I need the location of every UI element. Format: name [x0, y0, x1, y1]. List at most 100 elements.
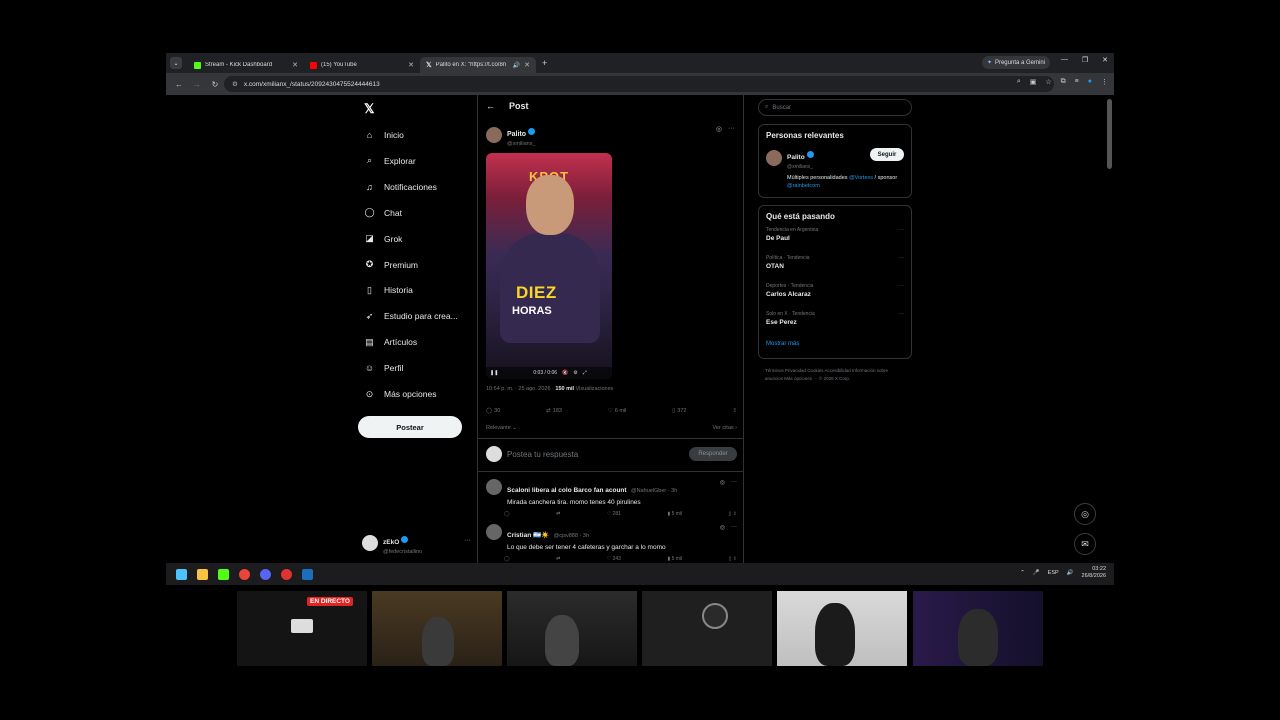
more-icon[interactable]: ···	[731, 524, 737, 531]
file-explorer-icon[interactable]	[197, 568, 208, 580]
sidebar-item-más-opciones[interactable]: ⊙ Más opciones	[364, 384, 437, 404]
profile-avatar-icon[interactable]: ●	[1088, 78, 1092, 86]
close-icon[interactable]: ✕	[408, 61, 414, 69]
new-tab-button[interactable]: +	[542, 58, 547, 68]
like-button[interactable]: ♡ 243	[607, 556, 621, 562]
pause-icon[interactable]: ❚❚	[490, 370, 498, 376]
more-icon[interactable]: ···	[731, 479, 737, 486]
bookmark-icon[interactable]: ▯ ⇪	[729, 511, 737, 517]
like-button[interactable]: ♡ 6 mil	[608, 408, 627, 414]
avatar[interactable]	[766, 150, 782, 166]
sidebar-icon[interactable]: ≡	[1075, 78, 1079, 86]
reply-icon[interactable]: ◯	[504, 511, 510, 517]
sidebar-item-chat[interactable]: ◯ Chat	[364, 203, 402, 223]
bookmark-icon[interactable]: ▯ ⇪	[729, 556, 737, 562]
extensions-icon[interactable]: ⧉	[1061, 78, 1066, 86]
account-switcher[interactable]: zEkO @fedecristallino ···	[362, 531, 471, 555]
site-info-icon[interactable]: ⚙	[232, 80, 238, 88]
avatar[interactable]	[486, 127, 502, 143]
url-field[interactable]: ⚙ x.com/xmilianx_/status/209243047552444…	[224, 76, 1054, 92]
reply-submit-button[interactable]: Responder	[689, 447, 737, 461]
repost-icon[interactable]: ⇄	[556, 511, 560, 517]
trend-item[interactable]: Tendencia en Argentina De Paul ···	[766, 227, 904, 255]
trend-item[interactable]: Política · Tendencia OTAN ···	[766, 255, 904, 283]
kick-icon[interactable]	[218, 568, 229, 580]
tab-youtube[interactable]: (15) YouTube ✕	[304, 57, 420, 73]
reply-post[interactable]: Scaloni libera al colo Barco fan acount …	[486, 479, 737, 517]
grok-float-button[interactable]: ◎	[1074, 503, 1096, 525]
clock[interactable]: 03:22 26/8/2026	[1082, 566, 1106, 580]
post-time[interactable]: 10:54 p. m. · 25 ago. 2026 ·	[486, 386, 554, 392]
share-icon[interactable]: ⇪	[732, 408, 737, 414]
more-icon[interactable]: ···	[464, 537, 471, 544]
zoom-icon[interactable]: ⌕	[1017, 78, 1021, 86]
more-icon[interactable]: ···	[898, 255, 904, 261]
post-video[interactable]: KPOT DIEZ HORAS ❚❚ 0:03 / 0:06 🔇 ⚙ ⤢	[486, 153, 612, 379]
speaker-icon[interactable]: 🔊	[513, 62, 520, 69]
chrome-icon[interactable]	[239, 568, 250, 580]
tab-kick[interactable]: Stream - Kick Dashboard ✕	[188, 57, 304, 73]
minimize-icon[interactable]: —	[1061, 56, 1068, 64]
sidebar-item-perfil[interactable]: ☺ Perfil	[364, 358, 403, 378]
sidebar-item-grok[interactable]: ◪ Grok	[364, 229, 402, 249]
follow-button[interactable]: Seguir	[870, 148, 904, 161]
relevant-person[interactable]: Palito @xmilianx_ Seguir Múltiples perso…	[766, 146, 904, 191]
sidebar-item-historia[interactable]: ▯ Historia	[364, 280, 413, 300]
reply-button[interactable]: ◯ 30	[486, 408, 500, 414]
messages-float-button[interactable]: ✉	[1074, 533, 1096, 555]
footer-links[interactable]: Términos Privacidad Cookies Accesibilida…	[765, 367, 905, 382]
sidebar-item-estudio-para-crea[interactable]: ➶ Estudio para crea...	[364, 306, 458, 326]
grok-icon[interactable]: ◎	[720, 524, 725, 531]
reply-post[interactable]: Cristian 🇦🇷☀️ @cjsv888 · 3h Lo que debe s…	[486, 524, 737, 562]
like-button[interactable]: ♡ 281	[607, 511, 621, 517]
repost-button[interactable]: ⇄ 183	[546, 408, 562, 414]
cast-icon[interactable]: ▣	[1030, 78, 1037, 86]
avatar[interactable]	[486, 479, 502, 495]
sidebar-item-notificaciones[interactable]: ♫ Notificaciones	[364, 177, 437, 197]
grok-icon[interactable]: ◎	[720, 479, 725, 486]
reply-icon[interactable]: ◯	[504, 556, 510, 562]
mic-icon[interactable]: 🎤	[1033, 570, 1040, 576]
language-indicator[interactable]: ESP	[1048, 570, 1059, 576]
discord-icon[interactable]	[260, 568, 271, 580]
sidebar-item-explorar[interactable]: ⌕ Explorar	[364, 151, 416, 171]
more-icon[interactable]: ···	[898, 227, 904, 233]
reload-icon[interactable]: ↻	[206, 80, 224, 89]
steam-icon[interactable]	[302, 568, 313, 580]
tab-x-post[interactable]: 𝕏 Palito en X: "https://t.co/8n 🔊 ✕	[420, 57, 536, 73]
view-quotes-link[interactable]: Ver citas ›	[713, 425, 737, 431]
close-icon[interactable]: ✕	[292, 61, 298, 69]
star-icon[interactable]: ☆	[1045, 78, 1051, 86]
maximize-icon[interactable]: ❐	[1082, 56, 1088, 64]
grok-icon[interactable]: ◎	[716, 125, 722, 133]
back-icon[interactable]: ←	[170, 80, 188, 89]
gemini-button[interactable]: ✦ Pregunta a Gemini	[981, 56, 1050, 69]
trend-item[interactable]: Solo en X · Tendencia Ese Perez ···	[766, 311, 904, 339]
bio-link[interactable]: @Vortexs	[849, 175, 873, 181]
views-button[interactable]: ▮ 5 mil	[667, 556, 682, 562]
more-icon[interactable]: ···	[898, 311, 904, 317]
tab-search-icon[interactable]: ⌄	[170, 57, 182, 69]
post-author[interactable]: Palito @xmilianx_	[486, 123, 536, 147]
app-icon[interactable]	[281, 568, 292, 580]
post-button[interactable]: Postear	[358, 416, 462, 438]
views-button[interactable]: ▮ 5 mil	[667, 511, 682, 517]
mute-icon[interactable]: 🔇	[562, 370, 568, 376]
back-arrow-icon[interactable]: ←	[486, 101, 495, 111]
volume-icon[interactable]: 🔊	[1067, 570, 1074, 576]
sidebar-item-inicio[interactable]: ⌂ Inicio	[364, 125, 404, 145]
sidebar-item-artículos[interactable]: ▤ Artículos	[364, 332, 417, 352]
menu-icon[interactable]: ⋮	[1101, 78, 1108, 86]
fullscreen-icon[interactable]: ⤢	[583, 370, 587, 376]
sidebar-item-premium[interactable]: ✪ Premium	[364, 255, 418, 275]
more-icon[interactable]: ···	[898, 283, 904, 289]
forward-icon[interactable]: →	[188, 80, 206, 89]
reply-input[interactable]: Postea tu respuesta	[507, 450, 684, 459]
avatar[interactable]	[486, 524, 502, 540]
more-icon[interactable]: ···	[728, 125, 735, 133]
close-icon[interactable]: ✕	[524, 61, 530, 69]
page-scrollbar[interactable]	[1107, 99, 1112, 169]
x-logo-icon[interactable]: 𝕏	[364, 101, 374, 117]
chevron-up-icon[interactable]: ⌃	[1020, 570, 1025, 576]
repost-icon[interactable]: ⇄	[556, 556, 560, 562]
